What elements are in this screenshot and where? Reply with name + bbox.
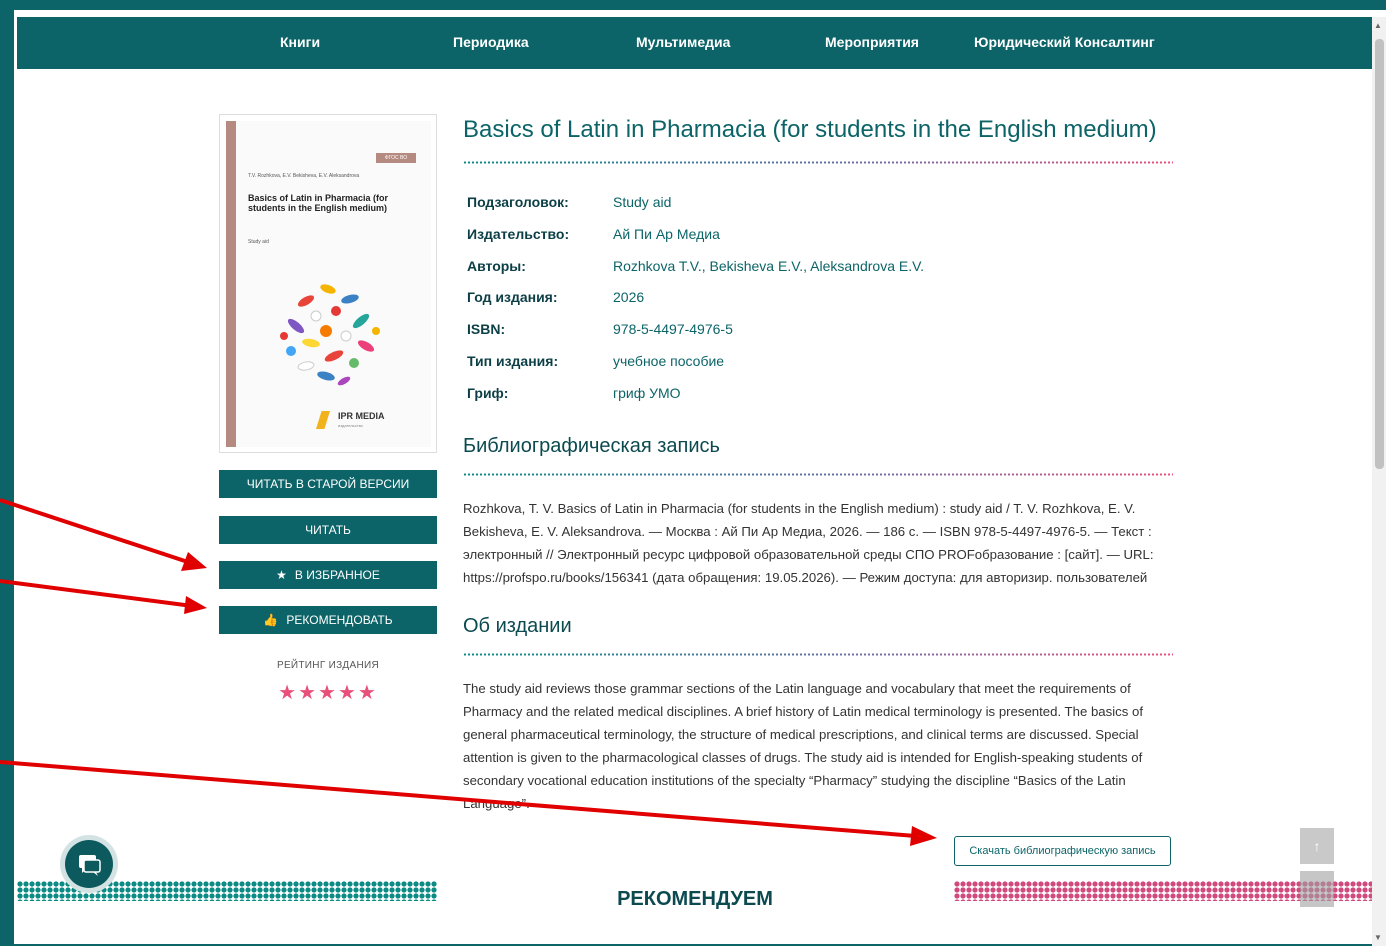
meta-label: ISBN: <box>467 321 506 337</box>
rating-label: РЕЙТИНГ ИЗДАНИЯ <box>276 660 380 671</box>
nav-item-legal-consulting[interactable]: Юридический Консалтинг <box>974 34 1155 50</box>
biblio-heading: Библиографическая запись <box>463 435 720 457</box>
meta-value: гриф УМО <box>613 385 681 401</box>
nav-item-multimedia[interactable]: Мультимедиа <box>636 34 730 50</box>
scroll-up-icon[interactable]: ▲ <box>1374 21 1382 30</box>
publisher-logo-sub: издательство <box>338 423 363 428</box>
about-text: The study aid reviews those grammar sect… <box>463 681 1143 811</box>
favorite-label: В ИЗБРАННОЕ <box>294 568 380 582</box>
cover-authors: T.V. Rozhkova, E.V. Bekisheva, E.V. Alek… <box>248 173 360 179</box>
meta-value[interactable]: Ай Пи Ар Медиа <box>613 226 720 242</box>
read-button[interactable]: ЧИТАТЬ <box>219 516 437 544</box>
chat-icon <box>79 855 101 876</box>
star-icon[interactable]: ★ <box>358 682 378 704</box>
meta-value: Study aid <box>613 194 672 210</box>
nav-item-periodicals[interactable]: Периодика <box>453 34 529 50</box>
download-biblio-label: Скачать библиографическую запись <box>969 845 1156 857</box>
star-icon[interactable]: ★ <box>298 682 318 704</box>
biblio-text: Rozhkova, T. V. Basics of Latin in Pharm… <box>463 501 1154 585</box>
meta-value[interactable]: Rozhkova T.V., Bekisheva E.V., Aleksandr… <box>613 258 924 274</box>
recommend-section-title: РЕКОМЕНДУЕМ <box>617 888 773 910</box>
meta-label: Гриф: <box>467 385 509 401</box>
chat-widget-button[interactable] <box>60 835 118 893</box>
rating-stars[interactable]: ★★★★★ <box>219 680 437 705</box>
read-old-version-button[interactable]: ЧИТАТЬ В СТАРОЙ ВЕРСИИ <box>219 470 437 498</box>
publisher-logo: IPR MEDIA <box>338 411 385 421</box>
biblio-divider <box>463 473 1173 476</box>
meta-value: учебное пособие <box>613 353 725 369</box>
star-icon[interactable]: ★ <box>338 682 358 704</box>
chat-bubble-inner <box>65 840 113 888</box>
thumbs-up-icon: 👍 <box>263 613 279 627</box>
cover-title: Basics of Latin in Pharmacia (for studen… <box>248 193 389 213</box>
star-icon[interactable]: ★ <box>318 682 338 704</box>
meta-label: Подзаголовок: <box>467 194 569 210</box>
ipr-media-logo-icon <box>316 411 330 429</box>
nav-item-books[interactable]: Книги <box>280 34 320 50</box>
meta-label: Издательство: <box>467 226 570 242</box>
meta-label: Авторы: <box>467 258 526 274</box>
recommend-label: РЕКОМЕНДОВАТЬ <box>286 613 393 627</box>
meta-label: Тип издания: <box>467 353 559 369</box>
pills-illustration <box>280 284 380 386</box>
nav-item-events[interactable]: Мероприятия <box>825 34 919 50</box>
cover-badge: ФГОС ВО <box>376 153 416 163</box>
arrow-up-icon: ↑ <box>1313 838 1321 854</box>
scrollbar-thumb[interactable] <box>1375 39 1384 469</box>
scroll-to-top-button[interactable]: ↑ <box>1300 828 1334 864</box>
meta-label: Год издания: <box>467 289 558 305</box>
cover-image: ФГОС ВО T.V. Rozhkova, E.V. Bekisheva, E… <box>226 121 431 447</box>
star-icon: ★ <box>276 568 287 582</box>
scroll-to-top-shadow <box>1300 871 1334 907</box>
add-to-favorites-button[interactable]: ★ В ИЗБРАННОЕ <box>219 561 437 589</box>
about-heading: Об издании <box>463 615 572 637</box>
cover-stripe <box>226 121 236 447</box>
star-icon[interactable]: ★ <box>278 682 298 704</box>
recommend-button[interactable]: 👍 РЕКОМЕНДОВАТЬ <box>219 606 437 634</box>
read-label: ЧИТАТЬ <box>305 523 351 537</box>
scrollbar[interactable]: ▲ ▼ <box>1372 17 1386 946</box>
cover-subtitle: Study aid <box>248 239 269 245</box>
book-cover: ФГОС ВО T.V. Rozhkova, E.V. Bekisheva, E… <box>219 114 437 453</box>
download-biblio-button[interactable]: Скачать библиографическую запись <box>954 836 1171 866</box>
about-divider <box>463 653 1173 656</box>
scroll-down-icon[interactable]: ▼ <box>1374 933 1382 942</box>
meta-value: 2026 <box>613 289 645 305</box>
book-title: Basics of Latin in Pharmacia (for studen… <box>463 116 1157 143</box>
title-divider <box>463 161 1173 164</box>
meta-value: 978-5-4497-4976-5 <box>613 321 733 337</box>
top-nav: Книги Периодика Мультимедиа Мероприятия … <box>17 17 1372 69</box>
read-old-version-label: ЧИТАТЬ В СТАРОЙ ВЕРСИИ <box>246 477 410 491</box>
